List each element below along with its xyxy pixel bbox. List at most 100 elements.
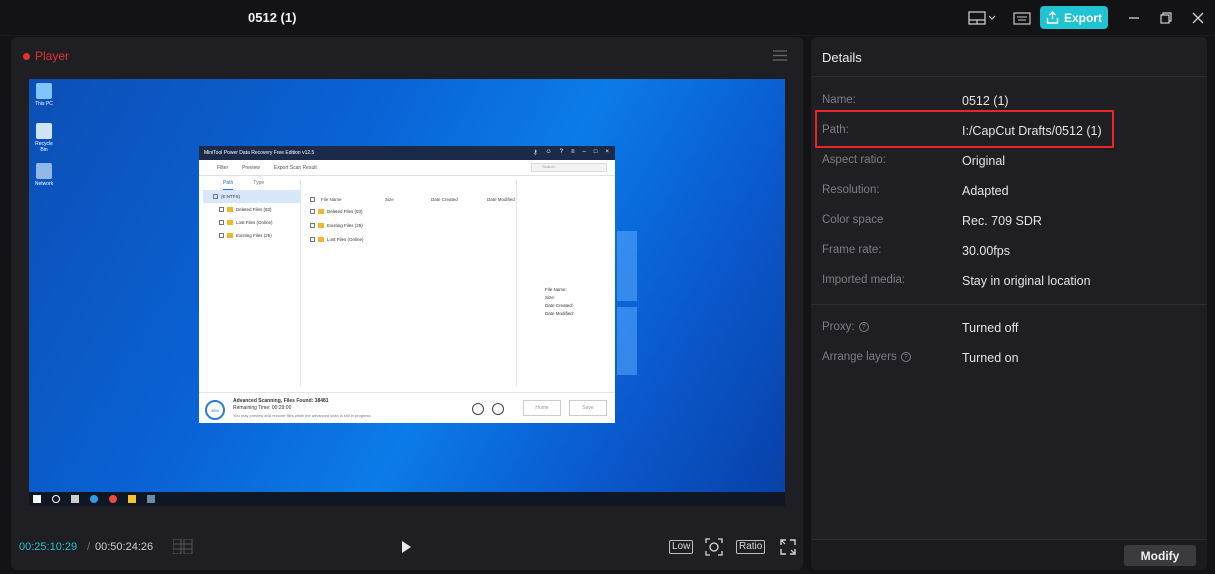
detail-value: Rec. 709 SDR [962,214,1042,228]
edge-icon [90,495,98,503]
tree-item: (E:NTFS) [203,190,300,203]
player-label-text: Player [35,49,70,63]
record-dot-icon [23,52,30,60]
tab-path: Path [223,180,234,190]
player-header: Player [11,37,803,75]
windows-logo-panes [617,231,677,381]
detail-value: Original [962,154,1006,168]
detail-label: Resolution: [822,184,880,196]
ratio-button[interactable]: Ratio [736,540,766,554]
task-view-icon [71,495,79,503]
video-preview[interactable]: This PC Recycle Bin Network MiniTool Pow… [29,79,785,506]
detail-row-proxy: Proxy:? Turned off [822,321,1202,337]
layout-icon[interactable] [968,9,996,27]
detail-value: Stay in original location [962,274,1091,288]
search-icon [52,495,60,503]
desktop-icon-label: Network [34,181,54,187]
tree-item: Existing Files (25) [203,229,300,242]
app-tree-pane: Path Type (E:NTFS) Deleted Files (93) Lo… [203,180,301,386]
detail-row-resolution: Resolution: Adapted [822,184,1202,200]
fullscreen-icon[interactable] [779,538,797,556]
details-heading: Details [811,37,1207,77]
menu-icon[interactable] [773,50,787,61]
tree-item: Deleted Files (93) [203,203,300,216]
column-header: Date Created [431,196,458,202]
column-header: Size [385,196,394,202]
detail-value: Adapted [962,184,1009,198]
prop-label: Date Created: [545,303,574,308]
scan-status: Advanced Scanning, Files Found: 38481 [233,398,329,404]
app-title: MiniTool Power Data Recovery Free Editio… [204,150,315,156]
file-row: Existing Files (25) [303,218,515,232]
project-title: 0512 (1) [248,10,297,25]
tab-type: Type [253,180,265,186]
export-button[interactable]: Export [1040,6,1108,29]
file-row: Deleted Files (93) [303,204,515,218]
detail-label: Name: [822,94,856,106]
column-header: File Name [321,196,342,202]
detail-row-imported-media: Imported media: Stay in original locatio… [822,274,1202,290]
computer-icon [36,83,52,99]
desktop-icon-this-pc: This PC [31,83,57,113]
home-button: Home [523,400,561,416]
title-bar: 0512 (1) Export [0,0,1215,36]
help-icon[interactable]: ? [900,352,911,362]
app-title-bar: MiniTool Power Data Recovery Free Editio… [199,146,615,160]
detail-label: Frame rate: [822,244,882,256]
app-preview-pane: File Name: Size: Date Created: Date Modi… [516,180,610,386]
detail-label: Proxy:? [822,321,869,333]
preview-button: Preview [242,164,260,171]
scan-note: You may preview and recover files while … [233,413,372,418]
prop-label: File Name: [545,287,567,292]
export-scan-button: Export Scan Result [273,164,317,171]
column-header: Date Modified [487,196,515,202]
play-icon[interactable] [399,540,413,554]
file-row: Lost Files (Online) [303,232,515,246]
desktop-icon-recycle-bin: Recycle Bin [31,123,57,153]
explorer-icon [128,495,136,503]
recovery-app-window: MiniTool Power Data Recovery Free Editio… [199,146,615,423]
modify-button[interactable]: Modify [1124,545,1196,566]
desktop-icon-network: Network [31,163,57,193]
help-icon[interactable]: ? [858,322,869,332]
focus-icon[interactable] [705,538,723,556]
save-button: Save [569,400,607,416]
detail-value: Turned on [962,351,1019,365]
detail-value: 30.00fps [962,244,1010,258]
desktop-icon-label: Recycle Bin [35,141,53,153]
scan-progress: 38% [205,400,225,420]
timeline-grid-icon[interactable] [173,539,193,554]
app-taskbar-icon [147,495,155,503]
start-icon [33,495,41,503]
detail-row-frame-rate: Frame rate: 30.00fps [822,244,1202,260]
detail-label: Arrange layers? [822,351,911,363]
prop-label: Size: [545,295,556,300]
app-file-list: File Name Size Date Created Date Modifie… [303,194,515,386]
total-time: 00:50:24:26 [95,541,154,553]
app-toolbar: Filter Preview Export Scan Result Search [199,160,615,176]
quality-button[interactable]: Low [669,540,694,554]
minimize-icon[interactable] [1124,8,1144,28]
detail-value: 0512 (1) [962,94,1009,108]
keyboard-icon[interactable] [1012,9,1032,27]
details-panel: Details Name: 0512 (1) Path: I:/CapCut D… [811,37,1207,570]
detail-row-arrange-layers: Arrange layers? Turned on [822,351,1202,367]
player-label: Player [23,49,69,63]
pause-icon [472,403,484,415]
export-label: Export [1063,10,1102,25]
prop-label: Date Modified: [545,311,575,316]
detail-label: Aspect ratio: [822,154,886,166]
chrome-icon [109,495,117,503]
detail-row-color-space: Color space Rec. 709 SDR [822,214,1202,230]
player-controls: 00:25:10:29 / 00:50:24:26 Low Ratio [11,527,803,567]
scan-remaining: Remaining Time: 00:29:00 [233,405,292,411]
recycle-bin-icon [36,123,52,139]
detail-row-name: Name: 0512 (1) [822,94,1202,110]
detail-label: Imported media: [822,274,906,286]
close-icon[interactable] [1188,8,1208,28]
restore-icon[interactable] [1156,8,1176,28]
detail-value: Turned off [962,321,1019,335]
windows-taskbar [29,492,785,506]
tree-item: Lost Files (Online) [203,216,300,229]
current-time: 00:25:10:29 [19,541,78,553]
